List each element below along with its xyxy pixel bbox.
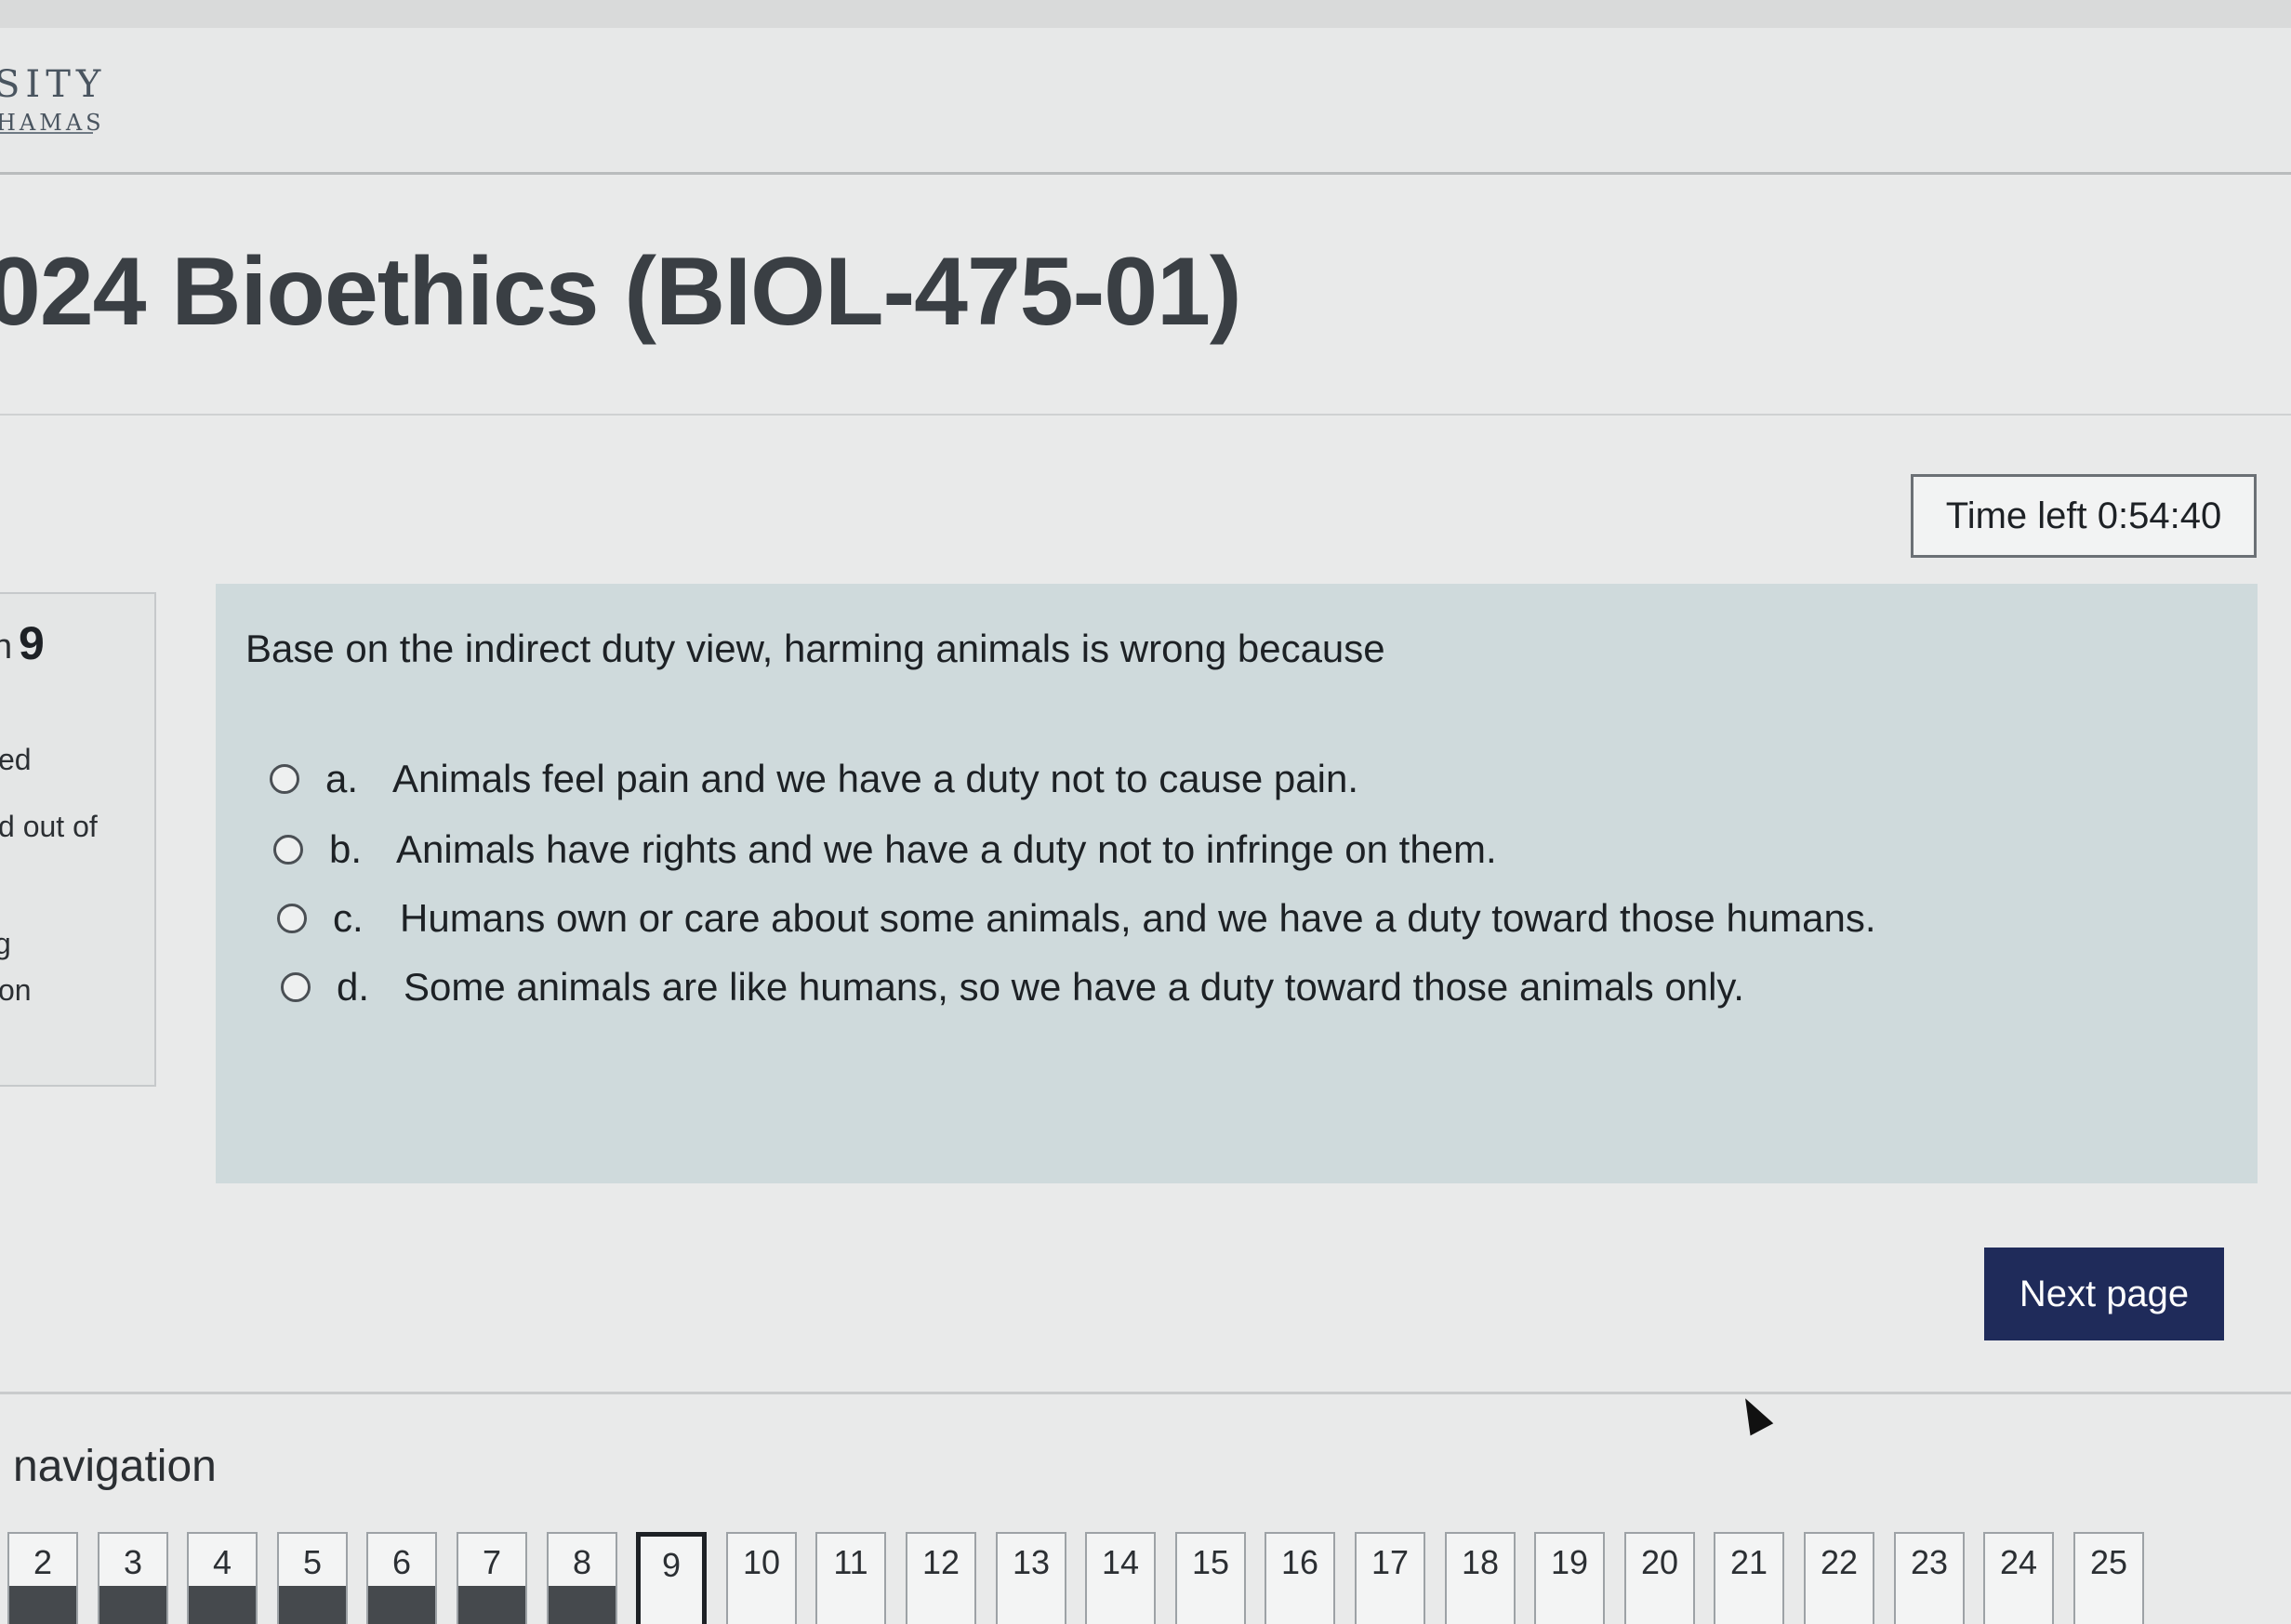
logo-line-2: HAMAS — [0, 110, 105, 136]
quiz-nav-button-label: 15 — [1191, 1543, 1230, 1581]
quiz-nav-button-3[interactable]: 3 — [98, 1532, 168, 1624]
quiz-nav-button-13[interactable]: 13 — [996, 1532, 1066, 1624]
question-number: 9 — [19, 617, 45, 669]
quiz-nav-button-15[interactable]: 15 — [1175, 1532, 1246, 1624]
quiz-nav-button-label: 3 — [123, 1543, 143, 1581]
quiz-nav-button-label: 13 — [1012, 1543, 1051, 1581]
quiz-nav-button-label: 4 — [212, 1543, 232, 1581]
edit-question-link[interactable]: on — [0, 973, 32, 1008]
question-text: Base on the indirect duty view, harming … — [245, 627, 1385, 670]
question-state: ed — [0, 743, 32, 776]
radio-button[interactable] — [277, 904, 307, 933]
answer-option-b[interactable]: b. Animals have rights and we have a dut… — [273, 827, 1497, 872]
quiz-nav-button-label: 14 — [1101, 1543, 1140, 1581]
quiz-nav-button-21[interactable]: 21 — [1714, 1532, 1784, 1624]
quiz-nav-button-label: 20 — [1640, 1543, 1679, 1581]
navigation-divider — [0, 1392, 2291, 1394]
next-page-button[interactable]: Next page — [1984, 1248, 2224, 1340]
quiz-nav-button-24[interactable]: 24 — [1983, 1532, 2054, 1624]
answered-indicator — [368, 1586, 435, 1624]
answer-option-a[interactable]: a. Animals feel pain and we have a duty … — [270, 757, 1358, 801]
question-number-prefix: n — [0, 627, 13, 667]
quiz-nav-button-label: 5 — [302, 1543, 323, 1581]
answer-letter: b. — [329, 827, 363, 871]
quiz-nav-button-8[interactable]: 8 — [547, 1532, 617, 1624]
quiz-nav-button-label: 25 — [2089, 1543, 2128, 1581]
quiz-nav-button-label: 23 — [1910, 1543, 1949, 1581]
answered-indicator — [99, 1586, 166, 1624]
quiz-nav-button-9[interactable]: 9 — [636, 1532, 707, 1624]
question-info-panel: n 9 ed d out of g on — [0, 592, 156, 1087]
radio-button[interactable] — [273, 835, 303, 865]
answer-option-d[interactable]: d. Some animals are like humans, so we h… — [281, 965, 1744, 1010]
course-title: 024 Bioethics (BIOL-475-01) — [0, 238, 1242, 346]
title-divider — [0, 414, 2291, 416]
quiz-nav-button-5[interactable]: 5 — [277, 1532, 348, 1624]
quiz-nav-button-2[interactable]: 2 — [7, 1532, 78, 1624]
quiz-nav-button-25[interactable]: 25 — [2073, 1532, 2144, 1624]
quiz-nav-button-10[interactable]: 10 — [726, 1532, 797, 1624]
quiz-nav-button-16[interactable]: 16 — [1265, 1532, 1335, 1624]
browser-top-strip — [0, 0, 2291, 30]
quiz-nav-button-19[interactable]: 19 — [1534, 1532, 1605, 1624]
answer-option-c[interactable]: c. Humans own or care about some animals… — [277, 896, 1876, 941]
radio-button[interactable] — [281, 972, 311, 1002]
quiz-nav-button-label: 8 — [572, 1543, 592, 1581]
radio-button[interactable] — [270, 764, 299, 794]
site-header: SITY HAMAS — [0, 28, 2291, 175]
quiz-nav-button-label: 24 — [1999, 1543, 2038, 1581]
question-marks: d out of — [0, 810, 98, 843]
quiz-nav-button-label: 16 — [1280, 1543, 1319, 1581]
answer-text: Humans own or care about some animals, a… — [400, 896, 1876, 940]
quiz-nav-button-label: 12 — [921, 1543, 960, 1581]
quiz-nav-button-label: 9 — [661, 1546, 682, 1584]
quiz-page: SITY HAMAS 024 Bioethics (BIOL-475-01) T… — [0, 0, 2291, 1624]
logo-line-1: SITY — [0, 63, 107, 106]
quiz-nav-button-22[interactable]: 22 — [1804, 1532, 1874, 1624]
flag-question-link[interactable]: g — [0, 927, 11, 961]
quiz-nav-button-label: 2 — [33, 1543, 53, 1581]
answer-text: Some animals are like humans, so we have… — [404, 965, 1744, 1009]
answer-letter: c. — [333, 896, 364, 940]
answered-indicator — [549, 1586, 616, 1624]
quiz-nav-button-6[interactable]: 6 — [366, 1532, 437, 1624]
quiz-nav-button-label: 11 — [833, 1543, 868, 1581]
answered-indicator — [279, 1586, 346, 1624]
quiz-nav-button-4[interactable]: 4 — [187, 1532, 258, 1624]
quiz-nav-button-18[interactable]: 18 — [1445, 1532, 1516, 1624]
quiz-nav-button-12[interactable]: 12 — [906, 1532, 976, 1624]
quiz-nav-button-label: 17 — [1371, 1543, 1410, 1581]
quiz-nav-button-20[interactable]: 20 — [1624, 1532, 1695, 1624]
answer-letter: d. — [337, 965, 370, 1009]
quiz-nav-button-11[interactable]: 11 — [815, 1532, 886, 1624]
quiz-timer: Time left 0:54:40 — [1911, 474, 2257, 558]
quiz-nav-button-label: 6 — [391, 1543, 412, 1581]
quiz-nav-button-label: 21 — [1729, 1543, 1768, 1581]
quiz-nav-button-17[interactable]: 17 — [1355, 1532, 1425, 1624]
question-content: Base on the indirect duty view, harming … — [216, 584, 2258, 1183]
quiz-nav-button-7[interactable]: 7 — [457, 1532, 527, 1624]
quiz-nav-button-23[interactable]: 23 — [1894, 1532, 1965, 1624]
quiz-nav-button-label: 18 — [1461, 1543, 1500, 1581]
quiz-nav-button-label: 22 — [1820, 1543, 1859, 1581]
answer-letter: a. — [325, 757, 359, 800]
answer-text: Animals feel pain and we have a duty not… — [392, 757, 1359, 800]
quiz-navigation-heading: navigation — [13, 1442, 217, 1491]
quiz-nav-button-label: 10 — [742, 1543, 781, 1581]
quiz-nav-button-label: 19 — [1550, 1543, 1589, 1581]
answer-text: Animals have rights and we have a duty n… — [396, 827, 1497, 871]
quiz-nav-button-14[interactable]: 14 — [1085, 1532, 1156, 1624]
answered-indicator — [189, 1586, 256, 1624]
answered-indicator — [458, 1586, 525, 1624]
answered-indicator — [9, 1586, 76, 1624]
mouse-pointer-icon — [1733, 1392, 1774, 1436]
quiz-nav-button-label: 7 — [482, 1543, 502, 1581]
